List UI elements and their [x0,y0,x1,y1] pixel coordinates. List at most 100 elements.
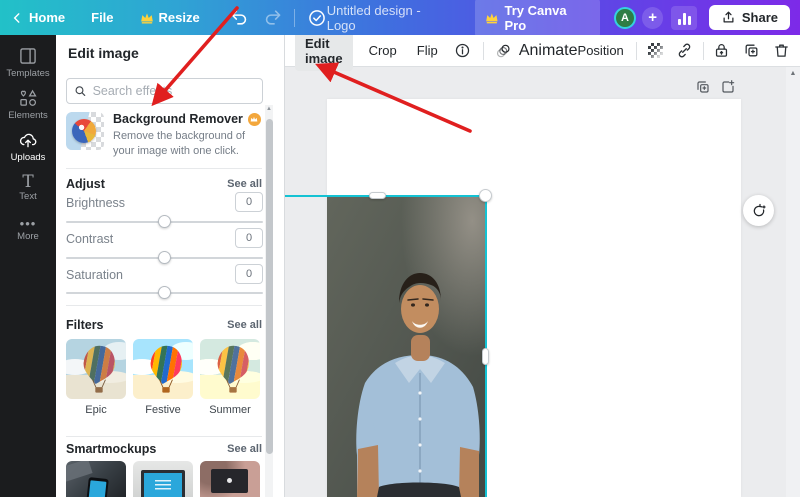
sidebar-item-elements[interactable]: Elements [0,83,56,125]
redo-button[interactable] [263,8,282,27]
text-icon: T [22,175,33,189]
tab-flip[interactable]: Flip [417,43,438,58]
info-button[interactable] [454,42,471,59]
try-canva-pro-button[interactable]: Try Canva Pro [475,0,600,38]
search-icon [74,84,87,98]
lock-button[interactable] [713,42,730,59]
elements-icon [18,88,38,108]
filters-see-all-link[interactable]: See all [227,319,262,331]
filter-festive-thumbnail[interactable] [133,339,193,399]
background-remover-description: Remove the background of your image with… [113,129,269,160]
redo-icon [263,8,282,27]
animate-button[interactable]: Animate [495,42,578,60]
beach-ball-icon [72,119,96,143]
share-button[interactable]: Share [709,5,790,30]
duplicate-page-icon [695,79,711,95]
rotate-button[interactable] [743,195,774,226]
contrast-value-input[interactable]: 0 [235,228,263,248]
rotate-icon [751,203,767,219]
slider-thumb[interactable] [158,251,171,264]
home-label: Home [29,10,65,25]
top-bar: Home File Resize Untitled design - Logo … [0,0,800,35]
link-button[interactable] [676,42,693,59]
position-button[interactable]: Position [578,43,624,58]
info-icon [454,42,471,59]
saturation-value-input[interactable]: 0 [235,264,263,284]
man-portrait-photo [327,197,485,497]
uploads-icon [18,130,38,150]
smartmockups-see-all-link[interactable]: See all [227,443,262,455]
smartmockups-section-header: Smartmockups See all [66,442,262,456]
panel-scrollbar-thumb[interactable] [266,119,273,454]
filter-summer-thumbnail[interactable] [200,339,260,399]
slider-thumb[interactable] [158,215,171,228]
canvas-area[interactable]: ▲ [285,67,800,497]
edit-image-panel: Edit image Background Remover Remove the… [56,35,285,497]
brightness-slider[interactable] [66,215,263,229]
more-dots-icon: ••• [20,219,37,229]
crown-icon [140,12,154,24]
search-effects-box[interactable] [66,78,263,104]
tab-crop[interactable]: Crop [369,43,397,58]
divider [66,436,262,437]
undo-button[interactable] [230,8,249,27]
link-icon [676,42,693,59]
brightness-value-input[interactable]: 0 [235,192,263,212]
add-page-icon [720,79,736,95]
duplicate-icon [743,42,760,59]
filter-epic-thumbnail[interactable] [66,339,126,399]
add-page-button[interactable] [720,79,736,95]
search-input[interactable] [93,84,255,98]
scrollbar-up-arrow[interactable]: ▲ [786,70,800,77]
filters-title: Filters [66,318,104,332]
tab-edit-image[interactable]: Edit image [295,31,353,71]
lock-icon [713,42,730,59]
filter-epic-label: Epic [66,404,126,416]
crown-icon [485,12,499,24]
sidebar-item-uploads[interactable]: Uploads [0,125,56,167]
back-home-button[interactable]: Home [10,10,65,25]
contrast-slider[interactable] [66,251,263,265]
animate-icon [495,42,513,60]
scrollbar-up-arrow[interactable]: ▲ [265,106,273,112]
canvas-scrollbar-track[interactable] [786,67,800,497]
insights-button[interactable] [671,6,697,30]
add-member-button[interactable]: + [642,7,664,29]
duplicate-button[interactable] [743,42,760,59]
smartmockup-phone-thumbnail[interactable] [66,461,126,497]
filter-summer-label: Summer [200,404,260,416]
transparency-button[interactable] [648,43,663,58]
smartmockups-title: Smartmockups [66,442,156,456]
duplicate-page-button[interactable] [695,79,711,95]
saturation-slider[interactable] [66,286,263,300]
slider-thumb[interactable] [158,286,171,299]
sidebar-item-more[interactable]: ••• More [0,209,56,251]
smartmockup-envelope-thumbnail[interactable] [200,461,260,497]
sidebar-item-text[interactable]: T Text [0,167,56,209]
photo-element[interactable] [327,197,485,497]
pro-crown-badge-icon [248,113,261,126]
sidebar-item-templates[interactable]: Templates [0,41,56,83]
templates-icon [18,46,38,66]
filters-section-header: Filters See all [66,318,262,332]
smartmockup-laptop-thumbnail[interactable] [133,461,193,497]
cloud-check-icon [307,8,327,28]
resize-handle-right[interactable] [482,348,489,365]
resize-menu[interactable]: Resize [140,10,200,25]
divider [66,168,262,169]
document-title[interactable]: Untitled design - Logo [327,3,451,33]
delete-button[interactable] [773,42,790,59]
adjust-section-header: Adjust See all [66,177,262,191]
resize-handle-top-right[interactable] [479,189,492,202]
save-status-button[interactable] [307,8,327,28]
adjust-see-all-link[interactable]: See all [227,178,262,190]
resize-handle-top[interactable] [369,192,386,199]
undo-icon [230,8,249,27]
contrast-label: Contrast [66,232,113,246]
saturation-label: Saturation [66,268,123,282]
avatar[interactable]: A [614,7,636,29]
topbar-divider [294,9,295,27]
background-remover-item[interactable]: Background Remover Remove the background… [66,112,262,160]
trash-icon [773,42,790,59]
file-menu[interactable]: File [91,10,113,25]
